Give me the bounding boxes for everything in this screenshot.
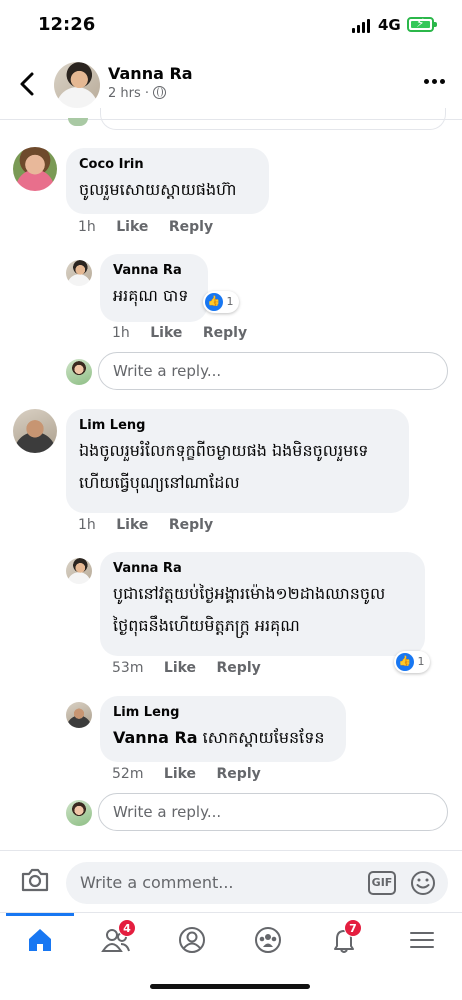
comment-bubble: Vanna Ra អរគុណ បាទ (100, 254, 208, 322)
comment-text: Vanna Ra សោកស្តាយមែនទែន (113, 722, 333, 754)
avatar-lim-leng[interactable] (13, 409, 57, 453)
friends-badge: 4 (118, 919, 136, 937)
avatar-vanna-ra[interactable] (66, 558, 92, 584)
comment-text-line: ហើយធ្វើបុណ្យនៅណាដែល (79, 473, 240, 492)
home-icon (29, 929, 51, 951)
header-meta: 2 hrs · (108, 86, 167, 101)
reply-box-partial (100, 108, 446, 130)
header-avatar[interactable] (54, 62, 100, 108)
reply-button[interactable]: Reply (203, 325, 247, 341)
comment-composer: Write a comment... GIF (0, 850, 462, 914)
comment-actions: 52m Like Reply (112, 766, 277, 782)
avatar-vanna-ra[interactable] (66, 260, 92, 286)
reply-input[interactable]: Write a reply... (98, 352, 448, 390)
home-indicator (150, 984, 310, 989)
menu-icon (410, 932, 434, 948)
comment-text: អរគុណ បាទ (113, 286, 189, 305)
comment-bubble: Lim Leng ឯងចូលរួមរំលែកទុក្ខពីចម្ងាយផង ឯង… (66, 409, 409, 513)
comment-text-line: ឯងចូលរួមរំលែកទុក្ខពីចម្ងាយផង ឯងមិនចូលរួម… (79, 441, 369, 460)
comment-time: 52m (112, 766, 144, 782)
comment-time: 1h (112, 325, 130, 341)
signal-icon (352, 19, 372, 33)
comment-input-placeholder: Write a comment... (80, 873, 234, 892)
avatar (68, 118, 88, 126)
comment-actions: 1h Like Reply (112, 325, 263, 341)
status-time: 12:26 (38, 14, 96, 35)
comment-actions: 53m Like Reply (112, 660, 277, 676)
notifications-badge: 7 (344, 919, 362, 937)
tab-profile[interactable] (162, 919, 222, 963)
comment-actions: 1h Like Reply (78, 517, 229, 533)
comment-author[interactable]: Vanna Ra (113, 560, 412, 578)
reply-button[interactable]: Reply (217, 766, 261, 782)
comment-author[interactable]: Coco Irin (79, 156, 256, 174)
active-tab-indicator (6, 913, 74, 916)
emoji-button[interactable] (410, 870, 436, 896)
like-button[interactable]: Like (116, 219, 148, 235)
comment-author[interactable]: Vanna Ra (113, 262, 195, 280)
comment-text-content: សោកស្តាយមែនទែន (202, 728, 325, 747)
profile-icon (179, 927, 205, 953)
reaction-count[interactable]: 👍 1 (203, 291, 239, 313)
smile-icon (411, 871, 435, 895)
comment-actions: 1h Like Reply (78, 219, 229, 235)
status-bar: 12:26 4G ⚡ (0, 0, 462, 52)
tab-friends[interactable]: 4 (86, 919, 146, 963)
comment-time: 53m (112, 660, 144, 676)
tab-home[interactable] (10, 919, 70, 963)
comment-author[interactable]: Lim Leng (79, 417, 396, 435)
gif-button[interactable]: GIF (368, 871, 396, 895)
post-time: 2 hrs · (108, 86, 150, 101)
globe-icon (153, 86, 167, 99)
thumbs-up-icon: 👍 (205, 293, 223, 311)
like-button[interactable]: Like (116, 517, 148, 533)
groups-icon (255, 927, 281, 953)
battery-icon: ⚡ (407, 16, 437, 32)
header-name[interactable]: Vanna Ra (108, 64, 193, 83)
tab-menu[interactable] (392, 919, 452, 963)
like-button[interactable]: Like (164, 660, 196, 676)
avatar-current-user (66, 800, 92, 826)
like-button[interactable]: Like (164, 766, 196, 782)
comment-bubble: Vanna Ra បូជានៅវត្តយប់ថ្ងៃអង្គារម៉ោង១២ដា… (100, 552, 425, 656)
comment-bubble: Lim Leng Vanna Ra សោកស្តាយមែនទែន (100, 696, 346, 762)
tab-notifications[interactable]: 7 (314, 919, 374, 963)
comment-time: 1h (78, 517, 96, 533)
avatar-current-user (66, 359, 92, 385)
thumbs-up-icon: 👍 (396, 653, 414, 671)
reply-button[interactable]: Reply (169, 517, 213, 533)
like-button[interactable]: Like (150, 325, 182, 341)
more-options-button[interactable] (424, 74, 446, 88)
comment-text: ចូលរួមសោយស្តាយផងហ៊ា (79, 180, 237, 199)
reply-button[interactable]: Reply (217, 660, 261, 676)
comment-text-line: បូជានៅវត្តយប់ថ្ងៃអង្គារម៉ោង១២ដាងឈានចូល (113, 584, 386, 603)
avatar-coco-irin[interactable] (13, 147, 57, 191)
mention-link[interactable]: Vanna Ra (113, 728, 198, 747)
camera-icon (21, 868, 49, 892)
comment-input[interactable]: Write a comment... GIF (66, 862, 448, 904)
reply-button[interactable]: Reply (169, 219, 213, 235)
back-button[interactable] (16, 70, 40, 98)
comment-bubble: Coco Irin ចូលរួមសោយស្តាយផងហ៊ា (66, 148, 269, 214)
avatar-lim-leng[interactable] (66, 702, 92, 728)
camera-button[interactable] (20, 866, 50, 894)
tab-groups[interactable] (238, 919, 298, 963)
comment-author[interactable]: Lim Leng (113, 704, 333, 722)
comment-time: 1h (78, 219, 96, 235)
reply-input[interactable]: Write a reply... (98, 793, 448, 831)
comment-text-line: ថ្ងៃពុធនឹងហើយមិត្តភក្ត្រ អរគុណ (113, 616, 300, 635)
reaction-count[interactable]: 👍 1 (394, 651, 430, 673)
network-label: 4G (378, 16, 401, 34)
chevron-left-icon (20, 72, 34, 96)
